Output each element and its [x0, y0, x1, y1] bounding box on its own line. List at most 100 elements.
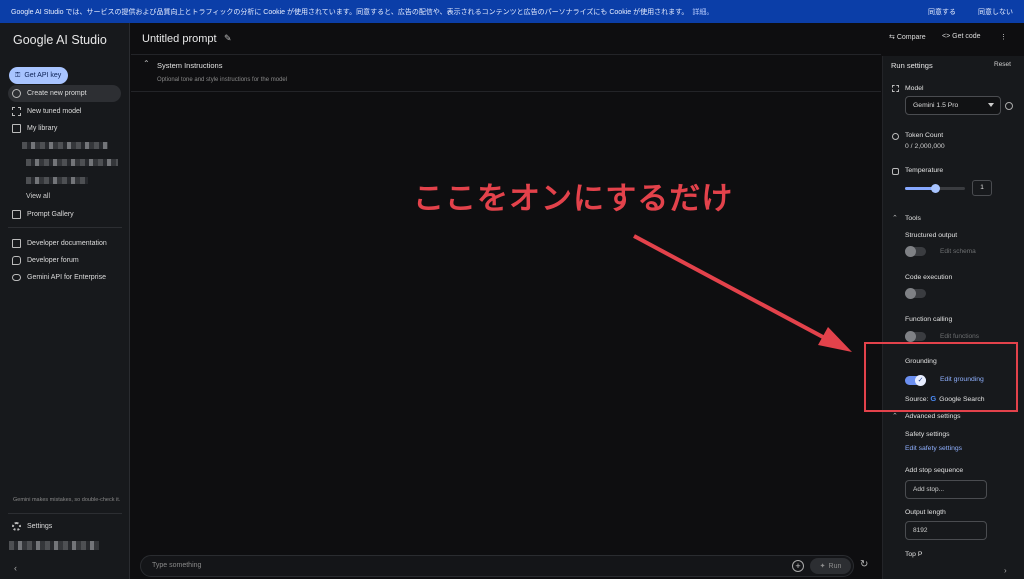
- chevron-up-icon[interactable]: ⌃: [892, 412, 898, 420]
- token-icon: [892, 133, 899, 140]
- cookie-message: Google AI Studio では、サービスの提供および品質向上とトラフィッ…: [11, 7, 906, 17]
- sidebar-item-settings[interactable]: Settings: [8, 518, 121, 535]
- compare-button[interactable]: ⇆ Compare: [889, 33, 926, 41]
- top-p-label: Top P: [905, 551, 923, 558]
- function-calling-label: Function calling: [905, 316, 953, 323]
- highlight-box: [864, 342, 1018, 412]
- sidebar-link-developer-forum[interactable]: Developer forum: [8, 252, 121, 269]
- cookie-message-text: Google AI Studio では、サービスの提供および品質向上とトラフィッ…: [11, 8, 689, 16]
- model-icon: [892, 85, 899, 92]
- code-icon: <>: [942, 33, 951, 40]
- advanced-settings-label[interactable]: Advanced settings: [905, 413, 961, 420]
- temperature-input[interactable]: 1: [972, 180, 992, 196]
- redacted-account[interactable]: [9, 541, 99, 550]
- prompt-title[interactable]: Untitled prompt: [142, 33, 217, 45]
- cookie-details-link[interactable]: 詳細。: [692, 9, 713, 16]
- sidebar-item-label: New tuned model: [27, 108, 82, 115]
- document-icon: [12, 239, 21, 248]
- edit-title-icon[interactable]: ✎: [224, 33, 232, 44]
- gallery-icon: [12, 210, 21, 219]
- sidebar-item-label: Settings: [27, 523, 53, 530]
- disclaimer-text: Gemini makes mistakes, so double-check i…: [13, 497, 121, 503]
- safety-settings-label: Safety settings: [905, 431, 950, 438]
- sidebar-item-label: My library: [27, 125, 58, 132]
- sidebar-link-label: Developer documentation: [27, 240, 107, 247]
- run-button[interactable]: ✦ Run: [810, 558, 851, 574]
- code-execution-toggle[interactable]: [905, 288, 926, 299]
- temperature-slider-handle[interactable]: [931, 184, 940, 193]
- dropdown-caret-icon: [988, 103, 994, 107]
- more-options-icon[interactable]: ⋮: [1000, 33, 1007, 41]
- main-panel: Untitled prompt ✎ ⌃ System Instructions …: [131, 23, 881, 579]
- sidebar-link-label: Gemini API for Enterprise: [27, 274, 106, 281]
- tune-icon: [12, 107, 21, 116]
- structured-output-label: Structured output: [905, 232, 958, 239]
- get-api-key-label: Get API key: [24, 72, 62, 79]
- sidebar-item-new-tuned-model[interactable]: New tuned model: [8, 103, 121, 120]
- sidebar-item-label: Prompt Gallery: [27, 211, 74, 218]
- edit-schema-link[interactable]: Edit schema: [940, 248, 976, 255]
- redacted-library-item[interactable]: [26, 159, 118, 166]
- tools-label[interactable]: Tools: [905, 215, 921, 222]
- redacted-library-item[interactable]: [22, 142, 108, 149]
- system-instructions-title: System Instructions: [157, 61, 223, 70]
- toggle-knob: [905, 331, 916, 342]
- sidebar-link-label: Developer forum: [27, 257, 79, 264]
- temperature-slider[interactable]: [905, 184, 965, 193]
- toggle-knob: [905, 246, 916, 257]
- add-circle-icon: [12, 89, 21, 98]
- sidebar-item-my-library[interactable]: My library: [8, 120, 121, 137]
- sidebar-divider: [8, 513, 122, 514]
- reset-button[interactable]: Reset: [994, 61, 1011, 68]
- app-logo[interactable]: Google AI Studio: [13, 33, 107, 47]
- add-media-icon[interactable]: +: [792, 560, 804, 572]
- collapse-sidebar-icon[interactable]: ‹: [14, 563, 17, 573]
- structured-output-toggle[interactable]: [905, 246, 926, 257]
- thermometer-icon: [892, 168, 899, 175]
- prompt-input[interactable]: Type something + ✦ Run: [140, 555, 854, 577]
- prompt-header: Untitled prompt ✎: [131, 23, 881, 55]
- prompt-placeholder: Type something: [152, 562, 202, 569]
- output-length-label: Output length: [905, 509, 946, 516]
- get-code-button[interactable]: <> Get code: [942, 33, 981, 40]
- cloud-icon: [12, 274, 21, 281]
- edit-safety-settings-link[interactable]: Edit safety settings: [905, 445, 962, 452]
- redacted-library-item[interactable]: [26, 177, 88, 184]
- compare-icon: ⇆: [889, 34, 895, 41]
- stop-sequence-label: Add stop sequence: [905, 467, 964, 474]
- view-all-link[interactable]: View all: [26, 193, 50, 200]
- chevron-up-icon[interactable]: ⌃: [143, 59, 150, 68]
- function-calling-toggle[interactable]: [905, 331, 926, 342]
- stop-sequence-input[interactable]: Add stop...: [905, 480, 987, 499]
- get-code-label: Get code: [952, 33, 981, 40]
- get-api-key-button[interactable]: ⚿ Get API key: [9, 67, 68, 84]
- sidebar-item-create-prompt[interactable]: Create new prompt: [8, 85, 121, 102]
- output-length-input[interactable]: 8192: [905, 521, 987, 540]
- chevron-up-icon[interactable]: ⌃: [892, 214, 898, 222]
- edit-functions-link[interactable]: Edit functions: [940, 333, 979, 340]
- cookie-decline-button[interactable]: 同意しない: [978, 7, 1013, 17]
- cookie-accept-button[interactable]: 同意する: [928, 7, 956, 17]
- chevron-right-icon[interactable]: ›: [1004, 566, 1007, 575]
- temperature-label: Temperature: [905, 167, 944, 174]
- sidebar-link-developer-docs[interactable]: Developer documentation: [8, 235, 121, 252]
- model-select-value: Gemini 1.5 Pro: [913, 102, 959, 109]
- run-settings-title: Run settings: [891, 61, 933, 70]
- system-instructions[interactable]: ⌃ System Instructions Optional tone and …: [131, 55, 881, 92]
- sidebar-link-gemini-enterprise[interactable]: Gemini API for Enterprise: [8, 269, 121, 286]
- forum-icon: [12, 256, 21, 265]
- sidebar-item-prompt-gallery[interactable]: Prompt Gallery: [8, 206, 121, 223]
- system-instructions-placeholder[interactable]: Optional tone and style instructions for…: [157, 77, 287, 83]
- key-icon: ⚿: [15, 71, 21, 79]
- refresh-icon[interactable]: ↻: [860, 559, 868, 570]
- info-icon[interactable]: [1005, 102, 1013, 110]
- run-settings-panel: Run settings Reset Model Gemini 1.5 Pro …: [882, 56, 1024, 579]
- sidebar-divider: [8, 227, 122, 228]
- left-sidebar: Google AI Studio ⚿ Get API key Create ne…: [0, 23, 130, 579]
- code-execution-label: Code execution: [905, 274, 953, 281]
- model-select[interactable]: Gemini 1.5 Pro: [905, 96, 1001, 115]
- folder-icon: [12, 124, 21, 133]
- model-label: Model: [905, 85, 924, 92]
- cookie-banner: Google AI Studio では、サービスの提供および品質向上とトラフィッ…: [0, 0, 1024, 23]
- sidebar-item-label: Create new prompt: [27, 90, 87, 97]
